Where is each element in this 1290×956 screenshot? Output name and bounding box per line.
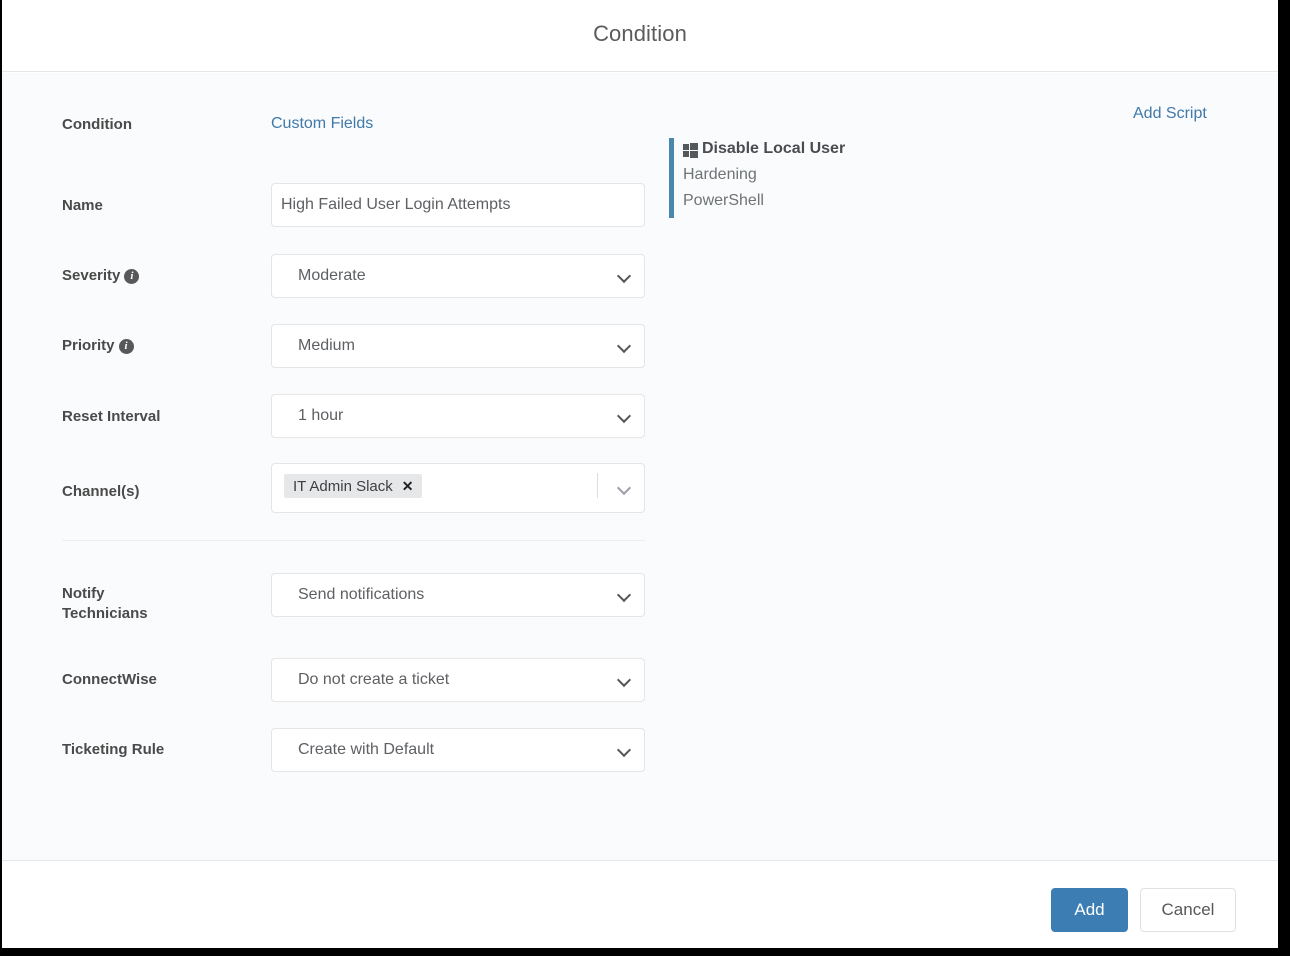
reset-interval-select[interactable]: 1 hour bbox=[271, 394, 645, 438]
connectwise-select-value: Do not create a ticket bbox=[298, 659, 610, 701]
chevron-down-icon bbox=[618, 589, 630, 601]
windows-icon bbox=[683, 143, 698, 157]
script-category: Hardening bbox=[683, 166, 757, 184]
label-severity: Severity i bbox=[62, 266, 139, 286]
custom-fields-link[interactable]: Custom Fields bbox=[271, 115, 373, 133]
info-icon-priority[interactable]: i bbox=[119, 339, 134, 354]
label-notify-technicians-line2: Technicians bbox=[62, 604, 148, 624]
notify-technicians-select[interactable]: Send notifications bbox=[271, 573, 645, 617]
modal-footer: Add Cancel bbox=[2, 860, 1278, 948]
script-language: PowerShell bbox=[683, 192, 764, 210]
label-ticketing-rule: Ticketing Rule bbox=[62, 740, 164, 760]
label-priority-text: Priority bbox=[62, 337, 115, 354]
section-divider bbox=[62, 540, 645, 541]
ticketing-rule-select[interactable]: Create with Default bbox=[271, 728, 645, 772]
add-script-link[interactable]: Add Script bbox=[1133, 105, 1207, 123]
add-button[interactable]: Add bbox=[1051, 888, 1128, 932]
chevron-down-icon bbox=[618, 410, 630, 422]
notify-technicians-select-value: Send notifications bbox=[298, 574, 610, 616]
channel-chip-label: IT Admin Slack bbox=[293, 478, 393, 495]
name-input[interactable]: High Failed User Login Attempts bbox=[271, 183, 645, 227]
modal-header: Condition bbox=[2, 0, 1278, 72]
severity-select-value: Moderate bbox=[298, 255, 610, 297]
label-connectwise: ConnectWise bbox=[62, 670, 157, 690]
chevron-down-icon bbox=[618, 674, 630, 686]
label-reset-interval: Reset Interval bbox=[62, 407, 160, 427]
priority-select[interactable]: Medium bbox=[271, 324, 645, 368]
script-accent-bar bbox=[669, 138, 674, 218]
label-severity-text: Severity bbox=[62, 267, 120, 284]
ticketing-rule-select-value: Create with Default bbox=[298, 729, 610, 771]
label-priority: Priority i bbox=[62, 336, 134, 356]
modal-body: Condition Custom Fields Name High Failed… bbox=[2, 73, 1278, 860]
connectwise-select[interactable]: Do not create a ticket bbox=[271, 658, 645, 702]
chevron-down-icon bbox=[618, 270, 630, 282]
reset-interval-select-value: 1 hour bbox=[298, 395, 610, 437]
script-title: Disable Local User bbox=[702, 140, 845, 158]
window-frame-bottom-edge bbox=[0, 948, 1290, 956]
cancel-button[interactable]: Cancel bbox=[1140, 888, 1236, 932]
channels-multiselect[interactable]: IT Admin Slack ✕ bbox=[271, 463, 645, 513]
condition-modal: Condition Condition Custom Fields Name H… bbox=[2, 0, 1278, 948]
window-frame-right-edge bbox=[1278, 0, 1290, 956]
multiselect-divider bbox=[597, 473, 598, 498]
info-icon-severity[interactable]: i bbox=[124, 269, 139, 284]
label-name: Name bbox=[62, 196, 103, 216]
channel-chip: IT Admin Slack ✕ bbox=[284, 474, 422, 498]
chevron-down-icon[interactable] bbox=[618, 482, 630, 494]
page-title: Condition bbox=[2, 21, 1278, 47]
priority-select-value: Medium bbox=[298, 325, 610, 367]
name-input-value: High Failed User Login Attempts bbox=[281, 184, 610, 226]
chevron-down-icon bbox=[618, 340, 630, 352]
label-condition: Condition bbox=[62, 115, 132, 135]
label-channels: Channel(s) bbox=[62, 482, 140, 502]
label-notify-technicians: Notify Technicians bbox=[62, 584, 148, 624]
chevron-down-icon bbox=[618, 744, 630, 756]
label-notify-technicians-line1: Notify bbox=[62, 584, 148, 604]
severity-select[interactable]: Moderate bbox=[271, 254, 645, 298]
channel-chip-remove-icon[interactable]: ✕ bbox=[402, 474, 414, 498]
